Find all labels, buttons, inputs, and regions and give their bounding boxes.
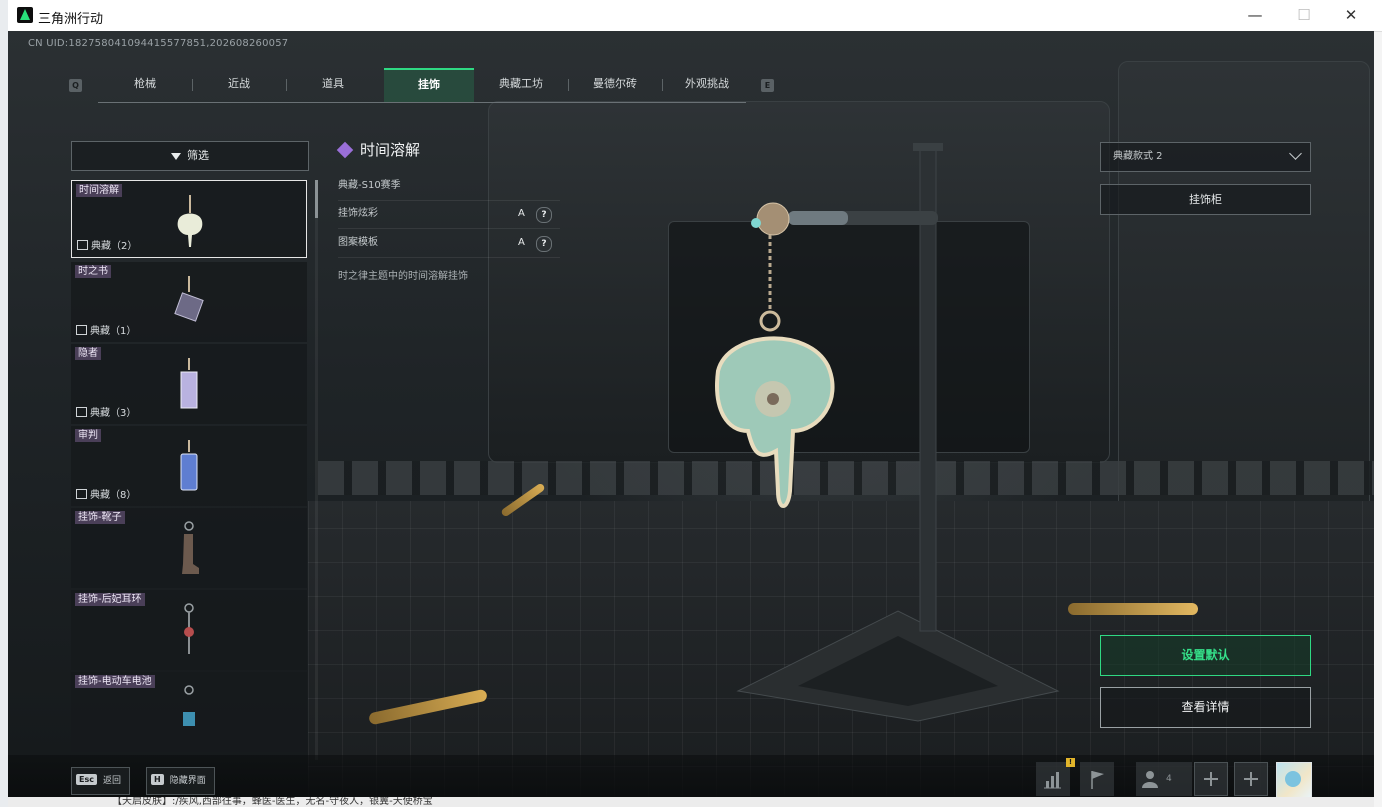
charm-display-stand [715, 143, 1060, 722]
list-item[interactable]: 隐者 典藏（3） [71, 344, 307, 424]
tab-props[interactable]: 道具 [286, 69, 380, 101]
row-value: A [518, 237, 525, 248]
row-label: 图案模板 [338, 237, 378, 248]
charm-thumbnail [180, 440, 198, 491]
desktop-edge-left [0, 0, 8, 807]
chevron-down-icon [1289, 147, 1302, 160]
filter-icon [171, 152, 181, 160]
item-tag: 典藏（2） [77, 237, 137, 252]
underlying-page-text: 【天启皮肤】:/疾风,西部往事，蜂医-医生，无名-守夜人，银翼-天使桥宝 [112, 797, 433, 807]
tab-charms[interactable]: 挂饰 [384, 68, 474, 102]
tab-collection-workshop[interactable]: 典藏工坊 [474, 69, 568, 101]
list-item[interactable]: 时之书 典藏（1） [71, 262, 307, 342]
h-key-hint: H [151, 774, 164, 785]
tab-melee[interactable]: 近战 [192, 69, 286, 101]
set-default-button[interactable]: 设置默认 [1100, 635, 1311, 676]
maximize-button[interactable]: ☐ [1287, 4, 1321, 26]
image-icon [76, 489, 87, 499]
minimize-button[interactable]: — [1238, 4, 1272, 26]
row-value: A [518, 208, 525, 219]
item-name: 挂饰-靴子 [75, 511, 125, 524]
tab-firearms[interactable]: 枪械 [98, 69, 192, 101]
charm-cabinet-button[interactable]: 挂饰柜 [1100, 184, 1311, 215]
tab-mandel-brick[interactable]: 曼德尔砖 [568, 69, 662, 101]
charm-thumbnail [183, 685, 195, 726]
tab-next-key-hint: E [761, 79, 774, 92]
image-icon [76, 407, 87, 417]
filter-label: 筛选 [187, 149, 209, 162]
plus-icon [1244, 773, 1258, 784]
friend-count: 4 [1166, 774, 1172, 784]
window-titlebar: 三角洲行动 — ☐ ✕ [8, 0, 1382, 32]
add-teammate-button[interactable] [1234, 762, 1268, 796]
charm-thumbnail [182, 521, 199, 574]
list-item[interactable]: 挂饰-电动车电池 [71, 672, 307, 752]
back-label: 返回 [102, 776, 121, 786]
friends-icon [1142, 771, 1158, 788]
flag-button[interactable] [1080, 762, 1114, 796]
friends-button[interactable] [1136, 762, 1192, 796]
item-name: 审判 [75, 429, 101, 442]
bar-chart-icon [1044, 772, 1061, 789]
list-item[interactable]: 挂饰-后妃耳环 [71, 590, 307, 670]
charm-thumbnail [184, 603, 194, 654]
item-name: 时间溶解 [76, 184, 122, 197]
item-name: 时之书 [75, 265, 111, 278]
list-item[interactable]: 挂饰-靴子 [71, 508, 307, 588]
detail-season: 典藏-S10赛季 [338, 172, 560, 201]
variant-value: 典藏款式 2 [1113, 151, 1163, 162]
warning-badge: ! [1066, 758, 1075, 767]
desktop-edge-right [1374, 31, 1382, 807]
flag-icon [1091, 771, 1104, 789]
hide-ui-button[interactable]: H 隐藏界面 [146, 767, 215, 795]
view-details-button[interactable]: 查看详情 [1100, 687, 1311, 728]
back-button[interactable]: Esc 返回 [71, 767, 130, 795]
list-item[interactable]: 审判 典藏（8） [71, 426, 307, 506]
add-teammate-button[interactable] [1194, 762, 1228, 796]
detail-description: 时之律主题中的时间溶解挂饰 [338, 271, 468, 282]
charm-thumbnail [177, 195, 203, 247]
image-icon [77, 240, 88, 250]
item-tag: 典藏（8） [76, 486, 136, 501]
detail-row-pattern: 图案模板 A ? [338, 229, 560, 258]
help-icon[interactable]: ? [536, 207, 552, 223]
charm-list: 时间溶解 典藏（2） 时之书 典藏（1） 隐者 典藏（3） 审判 典藏（8） 挂… [71, 180, 307, 760]
player-uid: CN UID:1827580410944155778​51,2026082600… [28, 38, 289, 49]
category-tabs: 枪械 近战 道具 挂饰 典藏工坊 曼德尔砖 外观挑战 [98, 68, 746, 103]
item-name: 隐者 [75, 347, 101, 360]
variant-dropdown[interactable]: 典藏款式 2 [1100, 142, 1311, 172]
detail-row-color: 挂饰炫彩 A ? [338, 200, 560, 229]
item-name: 挂饰-后妃耳环 [75, 593, 145, 606]
avatar[interactable] [1276, 762, 1312, 797]
filter-button[interactable]: 筛选 [71, 141, 309, 171]
plus-icon [1204, 773, 1218, 784]
bullet-decoration [1068, 603, 1198, 615]
game-viewport: CN UID:1827580410944155778​51,2026082600… [8, 31, 1374, 797]
app-logo-icon [17, 7, 33, 23]
row-label: 挂饰炫彩 [338, 208, 378, 219]
tab-prev-key-hint: Q [69, 79, 82, 92]
charm-thumbnail [180, 358, 198, 409]
window-title: 三角洲行动 [38, 12, 104, 27]
item-tag: 典藏（1） [76, 322, 136, 337]
detail-title: 时间溶解 [336, 139, 420, 160]
stats-button[interactable] [1036, 762, 1070, 796]
tab-appearance-challenge[interactable]: 外观挑战 [662, 69, 752, 101]
esc-key-hint: Esc [76, 774, 97, 785]
image-icon [76, 325, 87, 335]
item-name: 挂饰-电动车电池 [75, 675, 155, 688]
list-scrollbar-thumb[interactable] [315, 180, 318, 218]
item-tag: 典藏（3） [76, 404, 136, 419]
close-button[interactable]: ✕ [1334, 4, 1368, 26]
list-item[interactable]: 时间溶解 典藏（2） [71, 180, 307, 258]
charm-thumbnail [174, 276, 204, 322]
diamond-cluster-icon [336, 141, 354, 159]
hide-label: 隐藏界面 [169, 776, 206, 786]
help-icon[interactable]: ? [536, 236, 552, 252]
list-scrollbar[interactable] [315, 180, 318, 760]
